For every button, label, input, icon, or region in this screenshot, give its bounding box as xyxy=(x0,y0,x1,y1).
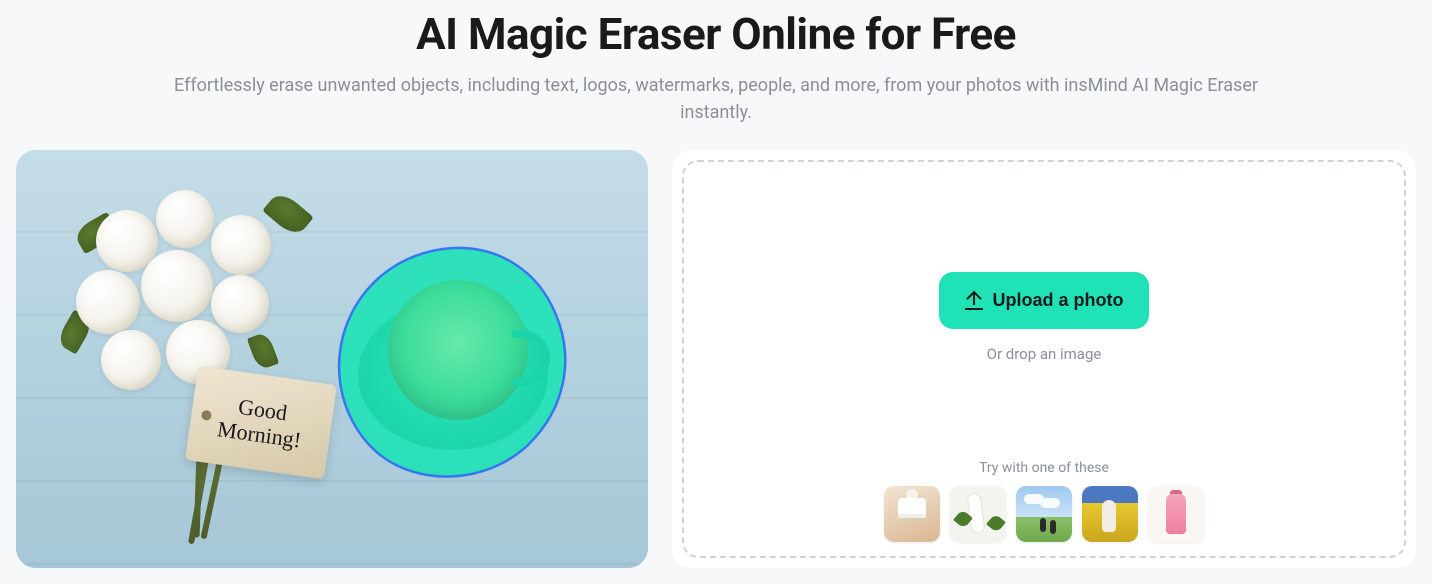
upload-panel: Upload a photo Or drop an image Try with… xyxy=(672,150,1416,568)
upload-photo-button[interactable]: Upload a photo xyxy=(939,272,1150,329)
dropzone[interactable]: Upload a photo Or drop an image Try with… xyxy=(682,160,1406,558)
sample-thumbnails xyxy=(884,486,1204,542)
sample-thumb-4[interactable] xyxy=(1082,486,1138,542)
sample-thumb-5[interactable] xyxy=(1148,486,1204,542)
drop-hint-text: Or drop an image xyxy=(987,345,1102,363)
demo-image-panel: Good Morning! xyxy=(16,150,648,568)
sample-thumb-2[interactable] xyxy=(950,486,1006,542)
demo-tag-label: Good Morning! xyxy=(185,366,337,480)
sample-thumb-3[interactable] xyxy=(1016,486,1072,542)
eraser-selection-overlay xyxy=(328,240,578,490)
sample-images-section: Try with one of these xyxy=(884,460,1204,542)
upload-icon xyxy=(965,292,983,310)
sample-thumb-1[interactable] xyxy=(884,486,940,542)
page-subtitle: Effortlessly erase unwanted objects, inc… xyxy=(166,72,1266,126)
page-title: AI Magic Eraser Online for Free xyxy=(0,8,1432,60)
upload-button-label: Upload a photo xyxy=(993,290,1124,311)
samples-label: Try with one of these xyxy=(884,460,1204,476)
